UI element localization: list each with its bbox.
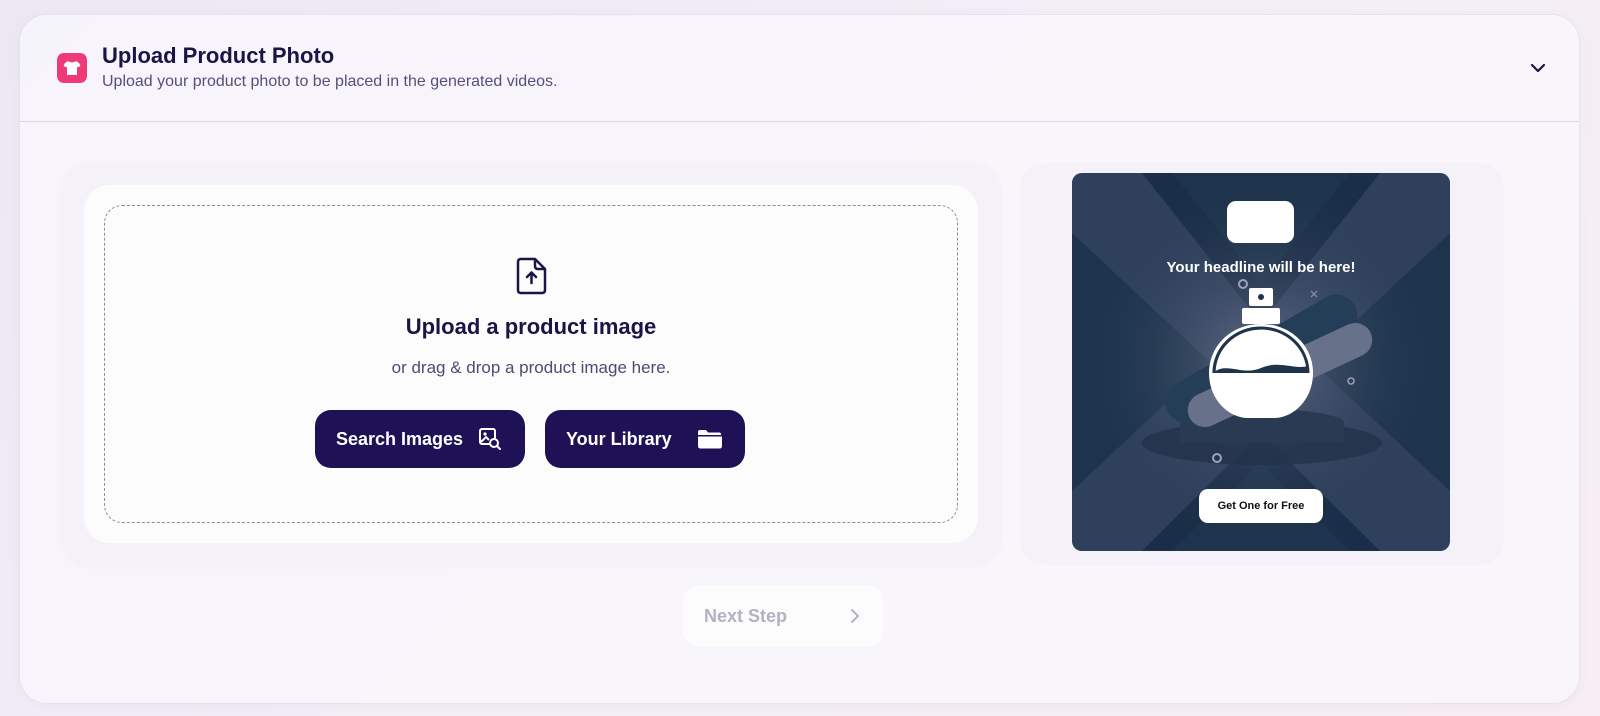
logo-placeholder (1227, 201, 1294, 243)
search-images-label: Search Images (336, 428, 464, 449)
upload-subtitle: or drag & drop a product image here. (391, 358, 671, 377)
upload-card: Upload a product image or drag & drop a … (84, 185, 978, 543)
preview-panel: Your headline will be here! Get One for … (1020, 163, 1504, 565)
get-one-free-button[interactable]: Get One for Free (1199, 489, 1323, 523)
chevron-down-icon[interactable] (1527, 57, 1549, 79)
dropzone[interactable]: Upload a product image or drag & drop a … (104, 205, 958, 523)
section-header[interactable]: Upload Product Photo Upload your product… (20, 15, 1579, 122)
section-subtitle: Upload your product photo to be placed i… (102, 73, 558, 90)
next-step-button[interactable]: Next Step (683, 585, 883, 647)
image-search-icon (477, 426, 503, 452)
tshirt-icon (57, 53, 87, 83)
search-images-button[interactable]: Search Images (315, 410, 525, 468)
your-library-button[interactable]: Your Library (545, 410, 745, 468)
perfume-bottle-icon (1209, 288, 1313, 418)
your-library-label: Your Library (566, 428, 672, 449)
video-preview: Your headline will be here! Get One for … (1072, 173, 1450, 551)
upload-panel: Upload a product image or drag & drop a … (62, 163, 1000, 565)
chevron-right-icon (845, 606, 865, 626)
upload-title: Upload a product image (405, 314, 657, 339)
upload-product-photo-card: Upload Product Photo Upload your product… (19, 14, 1580, 704)
section-title: Upload Product Photo (102, 43, 335, 68)
file-upload-icon (513, 256, 549, 296)
preview-headline: Your headline will be here! (1166, 259, 1356, 276)
next-step-label: Next Step (704, 605, 788, 626)
folder-icon (697, 426, 723, 452)
